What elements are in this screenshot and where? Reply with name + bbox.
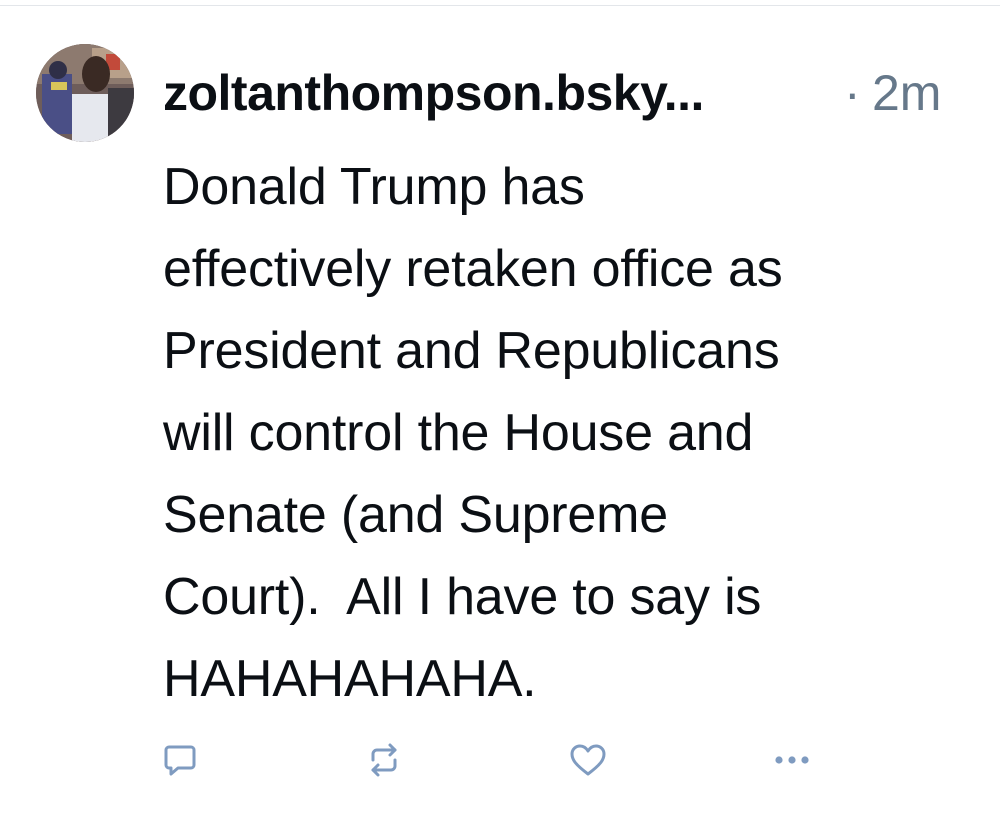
repost-icon (371, 743, 397, 777)
more-options-button[interactable] (770, 738, 814, 782)
like-button[interactable] (566, 738, 610, 782)
reply-button[interactable] (158, 738, 202, 782)
post-text: Donald Trump has effectively retaken off… (163, 158, 783, 708)
post-header: zoltanthompson.bsky... · 2m (163, 60, 973, 126)
reply-icon (164, 745, 196, 776)
post-timestamp[interactable]: 2m (872, 60, 941, 126)
like-heart-icon (570, 744, 606, 776)
more-options-icon (775, 756, 809, 764)
avatar[interactable] (36, 44, 134, 142)
feed-post[interactable]: zoltanthompson.bsky... · 2m Donald Trump… (0, 0, 1000, 813)
repost-button[interactable] (362, 738, 406, 782)
meta-separator: · (844, 65, 861, 121)
author-handle[interactable]: zoltanthompson.bsky... (163, 60, 704, 126)
